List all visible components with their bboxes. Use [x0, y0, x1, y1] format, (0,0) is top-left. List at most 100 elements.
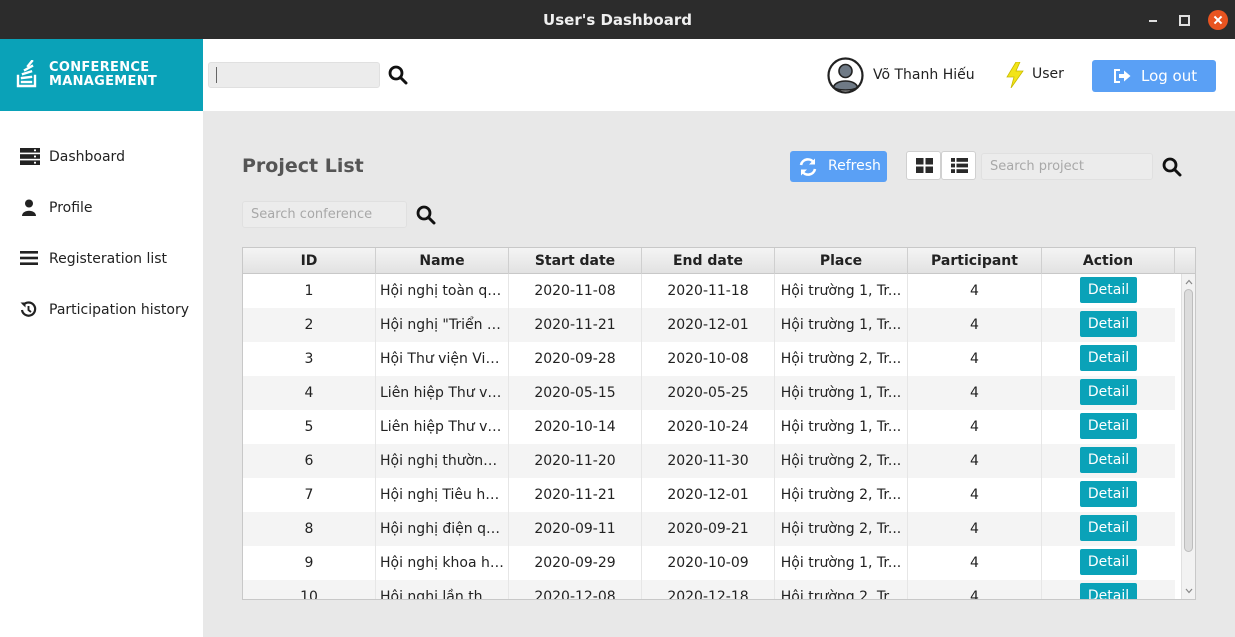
cell-end-date: 2020-09-21	[642, 512, 775, 546]
page-title: Project List	[242, 155, 364, 177]
table-row[interactable]: 9 Hội nghị khoa họ... 2020-09-29 2020-10-09…	[243, 546, 1175, 580]
detail-button[interactable]: Detail	[1080, 379, 1137, 405]
table-row[interactable]: 6 Hội nghị thường ... 2020-11-20 2020-11-30…	[243, 444, 1175, 478]
cell-name: Hội nghị toàn qu...	[376, 274, 509, 308]
cell-id: 6	[243, 444, 376, 478]
refresh-label: Refresh	[828, 158, 881, 174]
sidebar-item-registration-list[interactable]: Registeration list	[0, 238, 203, 278]
column-header-name[interactable]: Name	[376, 248, 509, 274]
user-icon	[22, 199, 36, 216]
sidebar-item-profile[interactable]: Profile	[0, 187, 203, 227]
table-row[interactable]: 1 Hội nghị toàn qu... 2020-11-08 2020-11-18…	[243, 274, 1175, 308]
cell-start-date: 2020-09-28	[509, 342, 642, 376]
cell-action: Detail	[1042, 342, 1175, 376]
conference-table: ID Name Start date End date Place Partic…	[242, 247, 1196, 600]
avatar[interactable]	[827, 57, 864, 94]
text-caret	[216, 67, 217, 83]
sidebar-item-dashboard[interactable]: Dashboard	[0, 136, 203, 176]
column-header-start-date[interactable]: Start date	[509, 248, 642, 274]
detail-button[interactable]: Detail	[1080, 549, 1137, 575]
detail-button[interactable]: Detail	[1080, 481, 1137, 507]
cell-name: Hội nghị "Triển k...	[376, 308, 509, 342]
detail-button[interactable]: Detail	[1080, 311, 1137, 337]
search-icon[interactable]	[388, 65, 408, 85]
cell-start-date: 2020-11-21	[509, 478, 642, 512]
cell-place: Hội trường 2, Tr...	[775, 444, 908, 478]
logo-line-1: CONFERENCE	[49, 60, 150, 75]
user-role: User	[1032, 66, 1064, 82]
stack-logo-icon	[16, 60, 37, 88]
lightning-icon	[1006, 62, 1024, 88]
detail-button[interactable]: Detail	[1080, 583, 1137, 599]
app-logo: CONFERENCE MANAGEMENT	[0, 39, 203, 111]
table-scrollbar[interactable]	[1181, 274, 1195, 599]
cell-action: Detail	[1042, 274, 1175, 308]
logout-icon	[1114, 69, 1131, 83]
table-row[interactable]: 10 Hội nghị lần thứ... 2020-12-08 2020-12-1…	[243, 580, 1175, 599]
cell-place: Hội trường 1, Tr...	[775, 376, 908, 410]
search-icon[interactable]	[1162, 157, 1182, 177]
table-row[interactable]: 5 Liên hiệp Thư vi... 2020-10-14 2020-10-24…	[243, 410, 1175, 444]
search-project-input[interactable]	[981, 153, 1153, 180]
column-header-end-date[interactable]: End date	[642, 248, 775, 274]
sidebar-item-label: Registeration list	[49, 251, 168, 267]
cell-place: Hội trường 2, Tr...	[775, 512, 908, 546]
cell-participant: 4	[908, 546, 1042, 580]
cell-end-date: 2020-11-30	[642, 444, 775, 478]
cell-participant: 4	[908, 410, 1042, 444]
cell-name: Hội nghị lần thứ...	[376, 580, 509, 599]
cell-action: Detail	[1042, 546, 1175, 580]
cell-participant: 4	[908, 580, 1042, 599]
table-row[interactable]: 8 Hội nghị điện qu... 2020-09-11 2020-09-21…	[243, 512, 1175, 546]
sidebar-item-participation-history[interactable]: Participation history	[0, 289, 203, 329]
table-header: ID Name Start date End date Place Partic…	[243, 248, 1195, 274]
cell-id: 8	[243, 512, 376, 546]
sidebar: Dashboard Profile Registeration list Par…	[0, 111, 203, 637]
search-conference-input[interactable]	[242, 201, 407, 228]
scrollbar-thumb[interactable]	[1184, 289, 1193, 552]
minimize-button[interactable]	[1145, 10, 1163, 28]
cell-id: 5	[243, 410, 376, 444]
detail-button[interactable]: Detail	[1080, 413, 1137, 439]
grid-view-button[interactable]	[906, 151, 941, 180]
list-view-button[interactable]	[941, 151, 976, 180]
cell-name: Hội nghị điện qu...	[376, 512, 509, 546]
table-body: 1 Hội nghị toàn qu... 2020-11-08 2020-11-18…	[243, 274, 1181, 599]
cell-id: 2	[243, 308, 376, 342]
cell-id: 1	[243, 274, 376, 308]
detail-button[interactable]: Detail	[1080, 447, 1137, 473]
cell-end-date: 2020-10-09	[642, 546, 775, 580]
close-button[interactable]	[1208, 10, 1228, 30]
cell-place: Hội trường 2, Tr...	[775, 580, 908, 599]
sidebar-item-label: Participation history	[49, 302, 189, 318]
column-header-action[interactable]: Action	[1042, 248, 1175, 274]
maximize-button[interactable]	[1175, 10, 1193, 28]
search-icon[interactable]	[416, 205, 436, 225]
cell-id: 9	[243, 546, 376, 580]
history-icon	[20, 301, 37, 317]
table-row[interactable]: 4 Liên hiệp Thư vi... 2020-05-15 2020-05-25…	[243, 376, 1175, 410]
detail-button[interactable]: Detail	[1080, 515, 1137, 541]
global-search-input[interactable]	[208, 62, 380, 88]
chevron-down-icon[interactable]	[1185, 587, 1193, 595]
cell-name: Hội Thư viện Việ...	[376, 342, 509, 376]
column-header-id[interactable]: ID	[243, 248, 376, 274]
cell-id: 10	[243, 580, 376, 599]
detail-button[interactable]: Detail	[1080, 277, 1137, 303]
column-header-participant[interactable]: Participant	[908, 248, 1042, 274]
table-row[interactable]: 3 Hội Thư viện Việ... 2020-09-28 2020-10-08…	[243, 342, 1175, 376]
list-icon	[20, 251, 38, 265]
sidebar-item-label: Profile	[49, 200, 93, 216]
logout-label: Log out	[1141, 67, 1198, 85]
detail-button[interactable]: Detail	[1080, 345, 1137, 371]
column-header-place[interactable]: Place	[775, 248, 908, 274]
chevron-up-icon[interactable]	[1185, 278, 1193, 286]
logout-button[interactable]: Log out	[1092, 60, 1216, 92]
top-header: Võ Thanh Hiếu User Log out	[203, 39, 1235, 111]
refresh-button[interactable]: Refresh	[790, 151, 887, 182]
table-row[interactable]: 2 Hội nghị "Triển k... 2020-11-21 2020-12-0…	[243, 308, 1175, 342]
cell-place: Hội trường 2, Tr...	[775, 478, 908, 512]
table-row[interactable]: 7 Hội nghị Tiêu hó... 2020-11-21 2020-12-01…	[243, 478, 1175, 512]
cell-id: 7	[243, 478, 376, 512]
cell-place: Hội trường 1, Tr...	[775, 546, 908, 580]
